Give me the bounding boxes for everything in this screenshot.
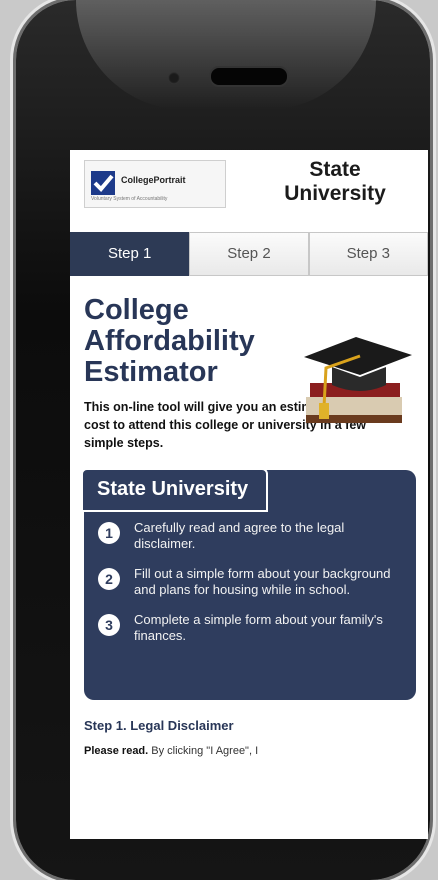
step-text: Carefully read and agree to the legal di…: [134, 520, 345, 551]
camera-icon: [168, 72, 180, 84]
step-number-icon: 3: [98, 614, 120, 636]
card-title: State University: [81, 468, 269, 512]
steps-card: State University 1 Carefully read and ag…: [81, 468, 416, 700]
app-header: CollegePortrait Voluntary System of Acco…: [70, 150, 428, 226]
university-title-line2: University: [284, 182, 386, 205]
logo-text: CollegePortrait: [121, 175, 186, 185]
tab-step-1[interactable]: Step 1: [70, 232, 190, 276]
tab-step-3[interactable]: Step 3: [308, 232, 428, 276]
title-line2: Affordability: [84, 325, 255, 357]
disclaimer-text: By clicking "I Agree", I: [151, 745, 259, 757]
checkmark-logo-icon: [91, 171, 115, 195]
step-text: Fill out a simple form about your backgr…: [134, 566, 391, 597]
college-portrait-logo[interactable]: CollegePortrait Voluntary System of Acco…: [84, 160, 226, 208]
graduation-cap-icon: [304, 337, 412, 423]
main-content: College Affordability Estimator This on-…: [81, 295, 416, 757]
phone-gloss: [76, 0, 376, 110]
logo-tagline: Voluntary System of Accountability: [91, 196, 168, 202]
title-line1: College: [84, 294, 189, 326]
step-number-icon: 2: [98, 568, 120, 590]
disclaimer-title: Step 1. Legal Disclaimer: [84, 718, 234, 733]
university-title: State University: [245, 158, 425, 206]
step-text: Complete a simple form about your family…: [134, 612, 383, 643]
step-item-1: 1 Carefully read and agree to the legal …: [98, 520, 408, 552]
step-item-3: 3 Complete a simple form about your fami…: [98, 612, 408, 644]
speaker-grille: [209, 66, 289, 87]
university-title-line1: State: [309, 158, 361, 181]
step-number-icon: 1: [98, 522, 120, 544]
step-item-2: 2 Fill out a simple form about your back…: [98, 566, 408, 598]
page-title: College Affordability Estimator: [84, 295, 304, 388]
disclaimer-lead: Please read.: [84, 745, 149, 757]
phone-frame: CollegePortrait Voluntary System of Acco…: [16, 0, 430, 880]
step-tabs: Step 1 Step 2 Step 3: [70, 232, 428, 276]
disclaimer-body: Please read. By clicking "I Agree", I: [84, 745, 414, 757]
phone-screen: CollegePortrait Voluntary System of Acco…: [70, 150, 428, 839]
title-line3: Estimator: [84, 356, 218, 388]
tab-step-2[interactable]: Step 2: [189, 232, 309, 276]
steps-list: 1 Carefully read and agree to the legal …: [98, 520, 408, 658]
